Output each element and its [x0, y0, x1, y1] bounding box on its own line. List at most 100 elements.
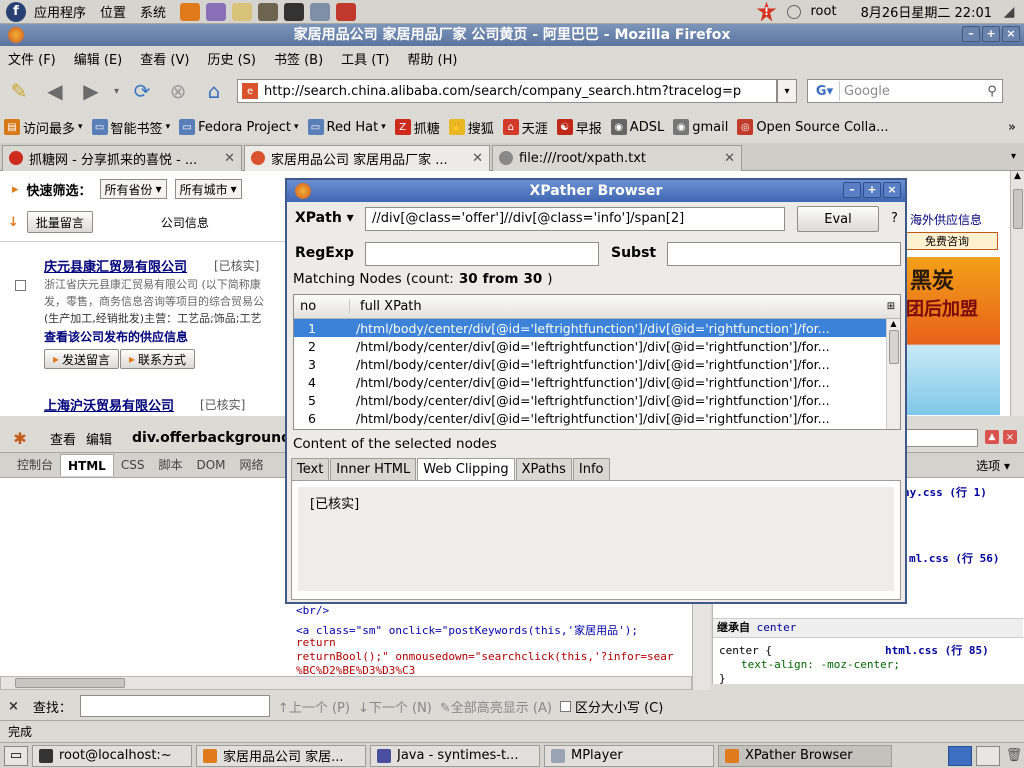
- edit-button[interactable]: 编辑: [86, 429, 112, 448]
- tab-script[interactable]: 脚本: [151, 454, 189, 476]
- clock[interactable]: 8月26日星期二 22:01: [861, 2, 992, 21]
- editor-launcher-icon[interactable]: [232, 2, 253, 21]
- inspect-button[interactable]: 查看: [50, 429, 76, 448]
- firebug-bug-icon[interactable]: ✱: [10, 428, 30, 448]
- menu-history[interactable]: 历史 (S): [207, 49, 256, 68]
- content-tab-2[interactable]: Web Clipping: [417, 458, 515, 480]
- table-vscrollbar[interactable]: ▲: [886, 319, 900, 429]
- table-row[interactable]: 6/html/body/center/div[@id='leftrightfun…: [294, 409, 886, 427]
- city-select[interactable]: 所有城市 ▾: [174, 179, 242, 199]
- home-button[interactable]: ⌂: [201, 78, 227, 104]
- stop-button[interactable]: ⊗: [165, 78, 191, 104]
- bookmark-6[interactable]: ⌂ 天涯: [502, 118, 548, 137]
- table-row[interactable]: 3/html/body/center/div[@id='leftrightfun…: [294, 355, 886, 373]
- history-dropdown-icon[interactable]: ▾: [114, 86, 119, 97]
- company-checkbox[interactable]: [15, 280, 26, 291]
- xpather-minimize-button[interactable]: –: [843, 182, 861, 198]
- highlight-all-button[interactable]: ✎全部高亮显示 (A): [440, 697, 552, 716]
- help-button[interactable]: ?: [891, 211, 898, 226]
- table-row[interactable]: 5/html/body/center/div[@id='leftrightfun…: [294, 391, 886, 409]
- terminal-launcher-icon[interactable]: [284, 2, 305, 21]
- bookmark-9[interactable]: ◉ gmail: [673, 119, 728, 135]
- html-panel-hscrollbar[interactable]: [0, 676, 692, 690]
- find-next-button[interactable]: ↓下一个 (N): [358, 697, 432, 716]
- menu-bookmarks[interactable]: 书签 (B): [274, 49, 323, 68]
- company-name-link-2[interactable]: 上海沪沃贸易有限公司: [44, 395, 174, 414]
- browser-tab-0[interactable]: 抓糖网 - 分享抓来的喜悦 - ... ✕: [2, 144, 242, 171]
- bookmark-1[interactable]: ▭ 智能书签 ▾: [91, 118, 170, 137]
- column-picker-icon[interactable]: ⊞: [882, 301, 900, 312]
- tab-dom[interactable]: DOM: [189, 454, 232, 476]
- bookmark-2[interactable]: ▭ Fedora Project ▾: [179, 119, 299, 135]
- minimize-button[interactable]: –: [962, 26, 980, 42]
- table-row[interactable]: 2/html/body/center/div[@id='leftrightfun…: [294, 337, 886, 355]
- menu-help[interactable]: 帮助 (H): [407, 49, 457, 68]
- findbar-close-icon[interactable]: ×: [8, 699, 19, 714]
- table-row[interactable]: 4/html/body/center/div[@id='leftrightfun…: [294, 373, 886, 391]
- overseas-supply-link[interactable]: 海外供应信息: [910, 211, 982, 228]
- url-dropdown-icon[interactable]: ▾: [777, 79, 798, 103]
- regexp-input[interactable]: [365, 242, 599, 266]
- eval-button[interactable]: Eval: [797, 206, 879, 232]
- browser-tab-2[interactable]: file:///root/xpath.txt ✕: [492, 144, 742, 171]
- places-menu[interactable]: 位置: [100, 2, 126, 21]
- menu-tools[interactable]: 工具 (T): [341, 49, 389, 68]
- batch-message-button[interactable]: 批量留言: [26, 211, 93, 233]
- search-box[interactable]: G▾ Google ⚲: [807, 79, 1004, 103]
- table-row[interactable]: 1/html/body/center/div[@id='leftrightfun…: [294, 319, 886, 337]
- breadcrumb[interactable]: div.offerbackground: [132, 430, 291, 446]
- xpath-label[interactable]: XPath ▾: [295, 210, 354, 226]
- col-xpath-header[interactable]: full XPath: [350, 299, 882, 314]
- network-status-icon[interactable]: [786, 4, 801, 19]
- bookmark-4[interactable]: Z 抓糖: [394, 118, 440, 137]
- browser-tab-1[interactable]: 家居用品公司 家居用品厂家 ... ✕: [244, 144, 490, 171]
- system-menu[interactable]: 系统: [140, 2, 166, 21]
- contact-button[interactable]: ▸ 联系方式: [120, 349, 196, 369]
- tab-close-icon[interactable]: ✕: [472, 151, 483, 166]
- forward-button[interactable]: ▶: [78, 78, 104, 104]
- options-menu[interactable]: 选项 ▾: [976, 457, 1010, 474]
- volume-icon[interactable]: ◢: [1000, 3, 1018, 21]
- pidgin-launcher-icon[interactable]: [206, 2, 227, 21]
- show-desktop-icon[interactable]: ▭: [4, 745, 28, 766]
- email-launcher-icon[interactable]: [336, 2, 357, 21]
- css-source-3[interactable]: html.css (行 85): [885, 642, 989, 658]
- reload-button[interactable]: ⟳: [129, 78, 155, 104]
- workspace-1-icon[interactable]: [948, 745, 972, 766]
- find-prev-button[interactable]: ↑上一个 (P): [278, 697, 350, 716]
- bookmark-8[interactable]: ◉ ADSL: [610, 119, 664, 135]
- menu-view[interactable]: 查看 (V): [140, 49, 189, 68]
- applications-menu[interactable]: 应用程序: [34, 2, 86, 21]
- taskbar-item-4[interactable]: XPather Browser: [718, 744, 892, 767]
- mplayer-launcher-icon[interactable]: [310, 2, 331, 21]
- tab-net[interactable]: 网络: [233, 454, 271, 476]
- menu-edit[interactable]: 编辑 (E): [74, 49, 123, 68]
- bookmark-0[interactable]: ▤ 访问最多 ▾: [4, 118, 83, 137]
- trash-icon[interactable]: 🗑: [1004, 746, 1024, 766]
- content-tab-4[interactable]: Info: [572, 458, 610, 480]
- tab-list-icon[interactable]: ▾: [1011, 151, 1016, 162]
- content-tab-0[interactable]: Text: [291, 458, 330, 480]
- xpather-close-button[interactable]: ×: [883, 182, 901, 198]
- tab-html[interactable]: HTML: [60, 454, 114, 476]
- tab-close-icon[interactable]: ✕: [224, 151, 235, 166]
- taskbar-item-2[interactable]: Java - syntimes-t...: [370, 744, 540, 767]
- xpath-input[interactable]: //div[@class='offer']//div[@class='info'…: [365, 207, 785, 231]
- tab-console[interactable]: 控制台: [10, 454, 60, 476]
- firebug-close-icon[interactable]: ×: [1003, 430, 1017, 444]
- firebug-search-input[interactable]: [900, 429, 978, 447]
- url-bar[interactable]: e http://search.china.alibaba.com/search…: [237, 79, 778, 103]
- close-button[interactable]: ×: [1002, 26, 1020, 42]
- match-case-checkbox[interactable]: 区分大小写 (C): [559, 697, 663, 716]
- send-message-button[interactable]: ▸ 发送留言: [44, 349, 120, 369]
- taskbar-item-0[interactable]: root@localhost:~: [32, 744, 192, 767]
- bookmark-10[interactable]: ◎ Open Source Colla...: [737, 119, 889, 135]
- find-input[interactable]: [79, 695, 270, 717]
- bookmarks-overflow-icon[interactable]: »: [1008, 120, 1016, 135]
- content-tab-1[interactable]: Inner HTML: [330, 458, 417, 480]
- firefox-launcher-icon[interactable]: [180, 2, 201, 21]
- css-source-1[interactable]: ny.css (行 1): [903, 484, 987, 500]
- search-icon[interactable]: ⚲: [982, 84, 1002, 99]
- css-source-2[interactable]: ml.css (行 56): [909, 550, 999, 566]
- content-tab-3[interactable]: XPaths: [515, 458, 572, 480]
